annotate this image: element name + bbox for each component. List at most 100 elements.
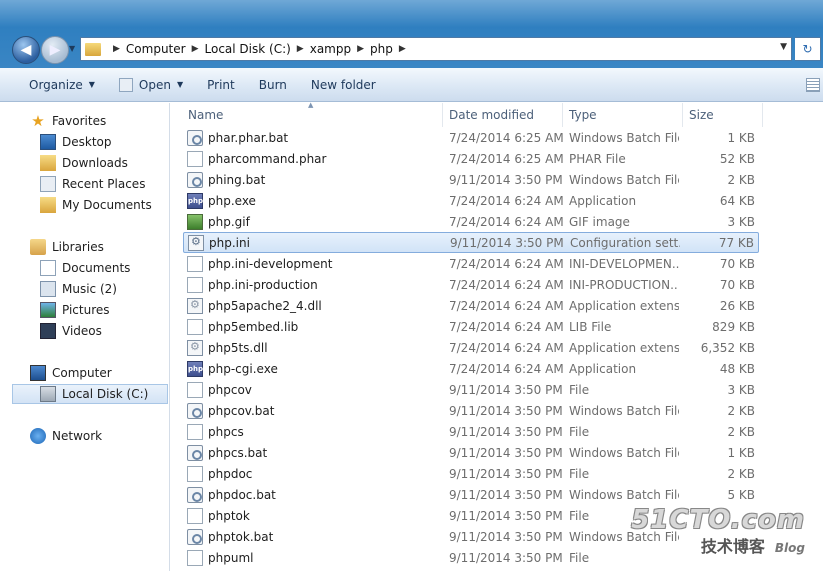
nav-network[interactable]: Network bbox=[30, 426, 102, 446]
file-row[interactable]: pharcommand.phar 7/24/2014 6:25 AM PHAR Fi… bbox=[183, 148, 759, 169]
nav-label: Local Disk (C:) bbox=[62, 387, 149, 401]
nav-downloads[interactable]: Downloads bbox=[40, 153, 128, 173]
file-name: phptok bbox=[208, 508, 250, 523]
back-button[interactable]: ◀ bbox=[12, 36, 40, 64]
file-name: php.gif bbox=[208, 214, 250, 229]
nav-label: Music (2) bbox=[62, 282, 117, 296]
address-dropdown-icon[interactable]: ▼ bbox=[780, 42, 787, 52]
file-type: Windows Batch File bbox=[569, 403, 679, 418]
file-type: Windows Batch File bbox=[569, 445, 679, 460]
nav-pictures[interactable]: Pictures bbox=[40, 300, 110, 320]
file-row[interactable]: phar.phar.bat 7/24/2014 6:25 AM Windows Ba… bbox=[183, 127, 759, 148]
caret-down-icon: ▼ bbox=[176, 80, 184, 89]
file-type: Windows Batch File bbox=[569, 130, 679, 145]
column-size[interactable]: Size bbox=[683, 103, 763, 127]
organize-button[interactable]: Organize ▼ bbox=[29, 78, 95, 92]
view-options-icon[interactable] bbox=[806, 78, 820, 92]
nav-libraries[interactable]: Libraries bbox=[30, 237, 104, 257]
file-row[interactable]: php5ts.dll 7/24/2014 6:24 AM Application e… bbox=[183, 337, 759, 358]
file-date: 9/11/2014 3:50 PM bbox=[449, 403, 563, 418]
file-row[interactable]: php.ini-development 7/24/2014 6:24 AM INI-… bbox=[183, 253, 759, 274]
file-size: 5 KB bbox=[727, 487, 755, 502]
chevron-right-icon[interactable]: ▶ bbox=[192, 44, 199, 54]
file-name: phar.phar.bat bbox=[208, 130, 289, 145]
nav-my-documents[interactable]: My Documents bbox=[40, 195, 152, 215]
file-row[interactable]: php5apache2_4.dll 7/24/2014 6:24 AM Applic… bbox=[183, 295, 759, 316]
nav-label: My Documents bbox=[62, 198, 152, 212]
folder-icon bbox=[85, 42, 101, 56]
nav-label: Recent Places bbox=[62, 177, 146, 191]
forward-button[interactable]: ▶ bbox=[41, 36, 69, 64]
nav-recent-places[interactable]: Recent Places bbox=[40, 174, 145, 194]
nav-computer[interactable]: Computer bbox=[30, 363, 112, 383]
file-row[interactable]: php.ini-production 7/24/2014 6:24 AM INI-P… bbox=[183, 274, 759, 295]
file-size: 3 KB bbox=[727, 214, 755, 229]
file-name: php.exe bbox=[208, 193, 256, 208]
file-size: 52 KB bbox=[719, 151, 755, 166]
new-folder-button[interactable]: New folder bbox=[311, 78, 376, 92]
file-date: 7/24/2014 6:24 AM bbox=[449, 256, 564, 271]
recent-pages-dropdown[interactable]: ▼ bbox=[69, 44, 75, 53]
file-row[interactable]: php.ini 9/11/2014 3:50 PM Configuration se… bbox=[183, 232, 759, 253]
file-row[interactable]: phpcs 9/11/2014 3:50 PM File 2 KB bbox=[183, 421, 759, 442]
batch-file-icon bbox=[187, 129, 203, 146]
file-row[interactable]: phing.bat 9/11/2014 3:50 PM Windows Batch … bbox=[183, 169, 759, 190]
file-row[interactable]: phpcov.bat 9/11/2014 3:50 PM Windows Batch… bbox=[183, 400, 759, 421]
nav-favorites[interactable]: ★ Favorites bbox=[30, 111, 106, 131]
file-name-cell: phpcs bbox=[187, 423, 244, 440]
file-row[interactable]: phpdoc.bat 9/11/2014 3:50 PM Windows Batch… bbox=[183, 484, 759, 505]
file-row[interactable]: phpdoc 9/11/2014 3:50 PM File 2 KB bbox=[183, 463, 759, 484]
address-bar[interactable]: ▶ Computer ▶ Local Disk (C:) ▶ xampp ▶ p… bbox=[80, 37, 792, 61]
file-row[interactable]: php5embed.lib 7/24/2014 6:24 AM LIB File 82… bbox=[183, 316, 759, 337]
pictures-icon bbox=[40, 302, 56, 318]
file-icon bbox=[187, 549, 203, 566]
file-name: php.ini-production bbox=[208, 277, 318, 292]
file-type: File bbox=[569, 424, 590, 439]
column-name[interactable]: Name bbox=[182, 103, 443, 127]
file-row[interactable]: phpcs.bat 9/11/2014 3:50 PM Windows Batch … bbox=[183, 442, 759, 463]
burn-button[interactable]: Burn bbox=[259, 78, 287, 92]
nav-videos[interactable]: Videos bbox=[40, 321, 102, 341]
nav-local-disk[interactable]: Local Disk (C:) bbox=[12, 384, 168, 404]
file-type: GIF image bbox=[569, 214, 630, 229]
file-size: 70 KB bbox=[719, 277, 755, 292]
file-size: 1 KB bbox=[727, 130, 755, 145]
batch-file-icon bbox=[187, 528, 203, 545]
column-type[interactable]: Type bbox=[563, 103, 683, 127]
batch-file-icon bbox=[187, 171, 203, 188]
print-button[interactable]: Print bbox=[207, 78, 235, 92]
chevron-right-icon[interactable]: ▶ bbox=[297, 44, 304, 54]
file-name-cell: php php.exe bbox=[187, 192, 256, 209]
breadcrumb-php[interactable]: php bbox=[370, 42, 393, 56]
batch-file-icon bbox=[187, 486, 203, 503]
file-row[interactable]: php.gif 7/24/2014 6:24 AM GIF image 3 KB bbox=[183, 211, 759, 232]
file-icon bbox=[187, 150, 203, 167]
refresh-button[interactable]: ↻ bbox=[795, 37, 821, 61]
file-date: 9/11/2014 3:50 PM bbox=[449, 466, 563, 481]
file-row[interactable]: php php-cgi.exe 7/24/2014 6:24 AM Applicati… bbox=[183, 358, 759, 379]
column-size-label: Size bbox=[689, 108, 714, 122]
nav-music[interactable]: Music (2) bbox=[40, 279, 117, 299]
image-icon bbox=[187, 213, 203, 230]
file-name-cell: php.ini-production bbox=[187, 276, 318, 293]
nav-documents[interactable]: Documents bbox=[40, 258, 130, 278]
file-row[interactable]: php php.exe 7/24/2014 6:24 AM Application 64… bbox=[183, 190, 759, 211]
breadcrumb-local-disk[interactable]: Local Disk (C:) bbox=[205, 42, 291, 56]
file-row[interactable]: phpcov 9/11/2014 3:50 PM File 3 KB bbox=[183, 379, 759, 400]
column-date-modified[interactable]: Date modified bbox=[443, 103, 563, 127]
file-date: 9/11/2014 3:50 PM bbox=[449, 382, 563, 397]
libraries-icon bbox=[30, 239, 46, 255]
chevron-right-icon[interactable]: ▶ bbox=[399, 44, 406, 54]
file-type: Configuration sett... bbox=[570, 235, 680, 250]
chevron-right-icon[interactable]: ▶ bbox=[113, 44, 120, 54]
open-button[interactable]: Open ▼ bbox=[118, 77, 184, 92]
caret-down-icon: ▼ bbox=[88, 80, 95, 89]
chevron-right-icon[interactable]: ▶ bbox=[357, 44, 364, 54]
watermark-logo: 51CTO.com bbox=[631, 505, 805, 535]
burn-label: Burn bbox=[258, 77, 287, 92]
file-name-cell: php.gif bbox=[187, 213, 250, 230]
nav-desktop[interactable]: Desktop bbox=[40, 132, 112, 152]
breadcrumb-xampp[interactable]: xampp bbox=[310, 42, 351, 56]
breadcrumb-computer[interactable]: Computer bbox=[126, 42, 186, 56]
file-name: phpcov bbox=[208, 382, 252, 397]
